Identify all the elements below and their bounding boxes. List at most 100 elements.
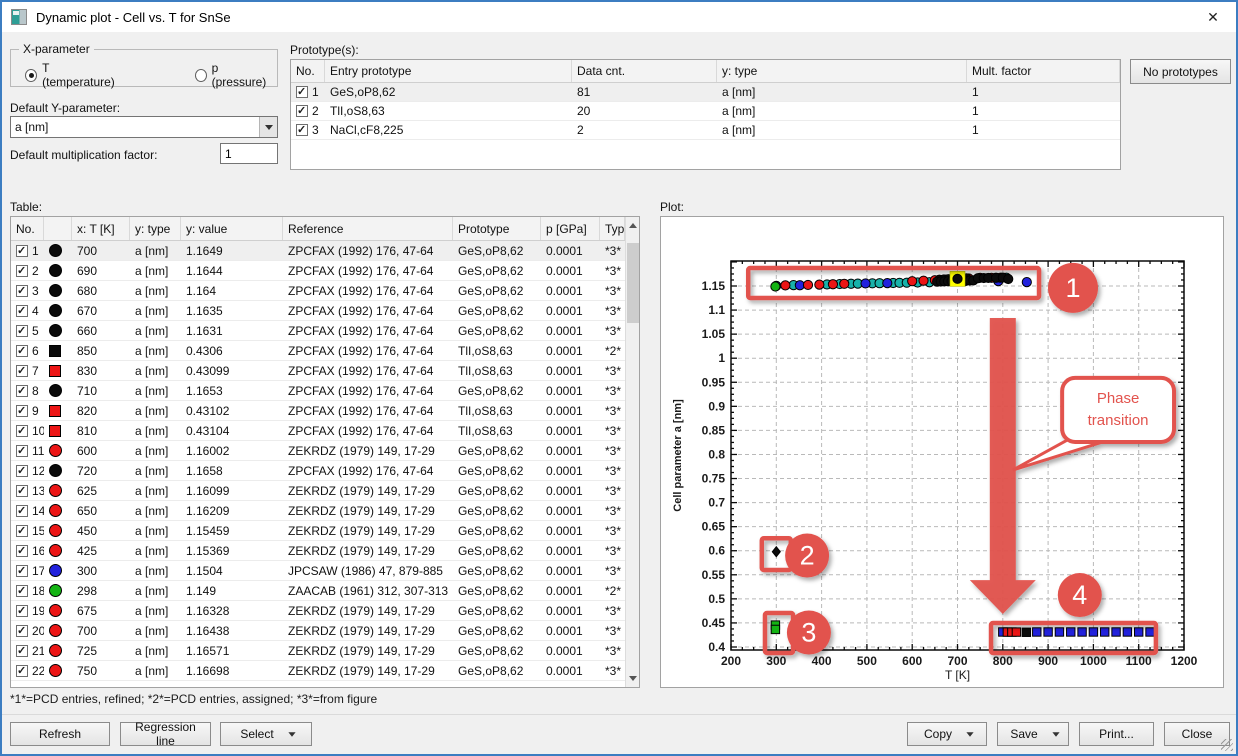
scrollbar-down-button[interactable] xyxy=(626,670,640,687)
table-row[interactable]: 17300a [nm]1.1504JPCSAW (1986) 47, 879-8… xyxy=(11,561,625,581)
reference: ZPCFAX (1992) 176, 47-64 xyxy=(283,301,453,320)
radio-temperature-control[interactable] xyxy=(25,69,37,82)
row-no: 18 xyxy=(11,581,44,600)
column-header[interactable]: Prototype xyxy=(453,217,541,240)
save-split-button[interactable]: Save xyxy=(997,722,1069,746)
row-checkbox[interactable] xyxy=(16,365,28,377)
row-checkbox[interactable] xyxy=(16,445,28,457)
column-header[interactable]: Entry prototype xyxy=(325,60,572,82)
row-checkbox[interactable] xyxy=(16,625,28,637)
row-checkbox[interactable] xyxy=(16,585,28,597)
table-row[interactable]: 19675a [nm]1.16328ZEKRDZ (1979) 149, 17-… xyxy=(11,601,625,621)
print-button[interactable]: Print... xyxy=(1079,722,1154,746)
refresh-button[interactable]: Refresh xyxy=(10,722,110,746)
column-header[interactable]: y: value xyxy=(181,217,283,240)
radio-pressure[interactable]: p (pressure) xyxy=(195,61,271,89)
table-row[interactable]: 5660a [nm]1.1631ZPCFAX (1992) 176, 47-64… xyxy=(11,321,625,341)
combo-dropdown-button[interactable] xyxy=(259,117,277,137)
row-checkbox[interactable] xyxy=(16,345,28,357)
table-row[interactable]: 1700a [nm]1.1649ZPCFAX (1992) 176, 47-64… xyxy=(11,241,625,261)
scrollbar-up-button[interactable] xyxy=(626,217,640,234)
y-type: a [nm] xyxy=(130,301,181,320)
radio-temperature[interactable]: T (temperature) xyxy=(25,61,119,89)
row-marker xyxy=(49,304,62,317)
table-row[interactable]: 6850a [nm]0.4306ZPCFAX (1992) 176, 47-64… xyxy=(11,341,625,361)
row-checkbox[interactable] xyxy=(16,285,28,297)
table-row[interactable]: 9820a [nm]0.43102ZPCFAX (1992) 176, 47-6… xyxy=(11,401,625,421)
prototype-row[interactable]: 2TlI,oS8,6320a [nm]1 xyxy=(291,102,1120,121)
column-header[interactable]: p [GPa] xyxy=(541,217,600,240)
row-checkbox[interactable] xyxy=(16,525,28,537)
row-checkbox[interactable] xyxy=(296,86,308,98)
table-row[interactable]: 14650a [nm]1.16209ZEKRDZ (1979) 149, 17-… xyxy=(11,501,625,521)
row-checkbox[interactable] xyxy=(16,485,28,497)
table-row[interactable]: 11600a [nm]1.16002ZEKRDZ (1979) 149, 17-… xyxy=(11,441,625,461)
reference: ZPCFAX (1992) 176, 47-64 xyxy=(283,341,453,360)
table-row[interactable]: 2690a [nm]1.1644ZPCFAX (1992) 176, 47-64… xyxy=(11,261,625,281)
row-checkbox[interactable] xyxy=(16,305,28,317)
column-header[interactable] xyxy=(44,217,72,240)
prototypes-table-header[interactable]: No.Entry prototypeData cnt.y: typeMult. … xyxy=(291,60,1120,83)
row-checkbox[interactable] xyxy=(16,325,28,337)
row-checkbox[interactable] xyxy=(16,405,28,417)
mult-factor-input[interactable] xyxy=(220,143,278,164)
table-row[interactable]: 10810a [nm]0.43104ZPCFAX (1992) 176, 47-… xyxy=(11,421,625,441)
close-icon[interactable]: ✕ xyxy=(1190,2,1236,32)
pressure: 0.0001 xyxy=(541,301,600,320)
table-row[interactable]: 16425a [nm]1.15369ZEKRDZ (1979) 149, 17-… xyxy=(11,541,625,561)
y-type: a [nm] xyxy=(130,401,181,420)
radio-pressure-control[interactable] xyxy=(195,69,207,82)
table-row[interactable]: 22750a [nm]1.16698ZEKRDZ (1979) 149, 17-… xyxy=(11,661,625,681)
scrollbar-thumb[interactable] xyxy=(627,243,639,323)
row-checkbox[interactable] xyxy=(16,605,28,617)
column-header[interactable]: y: type xyxy=(717,60,967,82)
row-checkbox[interactable] xyxy=(16,645,28,657)
table-row[interactable]: 7830a [nm]0.43099ZPCFAX (1992) 176, 47-6… xyxy=(11,361,625,381)
column-header[interactable]: Data cnt. xyxy=(572,60,717,82)
row-checkbox[interactable] xyxy=(16,665,28,677)
column-header[interactable]: Reference xyxy=(283,217,453,240)
reference: ZPCFAX (1992) 176, 47-64 xyxy=(283,241,453,260)
column-header[interactable]: Mult. factor xyxy=(967,60,1120,82)
regression-line-button[interactable]: Regression line xyxy=(120,722,211,746)
select-split-button[interactable]: Select xyxy=(220,722,312,746)
plot-grid xyxy=(731,261,1184,650)
table-row[interactable]: 8710a [nm]1.1653ZPCFAX (1992) 176, 47-64… xyxy=(11,381,625,401)
prototype-row[interactable]: 1GeS,oP8,6281a [nm]1 xyxy=(291,83,1120,102)
table-row[interactable]: 21725a [nm]1.16571ZEKRDZ (1979) 149, 17-… xyxy=(11,641,625,661)
column-header[interactable]: x: T [K] xyxy=(72,217,130,240)
column-header[interactable]: No. xyxy=(11,217,44,240)
column-header[interactable]: y: type xyxy=(130,217,181,240)
resize-grip[interactable] xyxy=(1221,739,1233,751)
vertical-scrollbar[interactable] xyxy=(625,217,639,687)
row-checkbox[interactable] xyxy=(16,425,28,437)
row-checkbox[interactable] xyxy=(16,245,28,257)
table-row[interactable]: 15450a [nm]1.15459ZEKRDZ (1979) 149, 17-… xyxy=(11,521,625,541)
no-prototypes-button[interactable]: No prototypes xyxy=(1130,59,1231,84)
row-checkbox[interactable] xyxy=(296,124,308,136)
copy-split-button[interactable]: Copy xyxy=(907,722,987,746)
row-checkbox[interactable] xyxy=(296,105,308,117)
column-header[interactable]: No. xyxy=(291,60,325,82)
row-checkbox[interactable] xyxy=(16,265,28,277)
row-checkbox[interactable] xyxy=(16,545,28,557)
chevron-down-icon xyxy=(966,732,973,737)
row-checkbox[interactable] xyxy=(16,385,28,397)
table-row[interactable]: 18298a [nm]1.149ZAACAB (1961) 312, 307-3… xyxy=(11,581,625,601)
row-checkbox[interactable] xyxy=(16,465,28,477)
row-checkbox[interactable] xyxy=(16,505,28,517)
table-row[interactable]: 20700a [nm]1.16438ZEKRDZ (1979) 149, 17-… xyxy=(11,621,625,641)
row-marker xyxy=(49,444,62,457)
row-marker-cell xyxy=(44,461,72,480)
prototype-row[interactable]: 3NaCl,cF8,2252a [nm]1 xyxy=(291,121,1120,140)
table-row[interactable]: 13625a [nm]1.16099ZEKRDZ (1979) 149, 17-… xyxy=(11,481,625,501)
column-header[interactable]: Type xyxy=(600,217,625,240)
data-table-header[interactable]: No. x: T [K]y: typey: valueReferenceProto… xyxy=(11,217,625,241)
row-checkbox[interactable] xyxy=(16,565,28,577)
table-row[interactable]: 3680a [nm]1.164ZPCFAX (1992) 176, 47-64G… xyxy=(11,281,625,301)
y-type: a [nm] xyxy=(130,601,181,620)
plot-canvas[interactable]: 2003004005006007008009001000110012000.40… xyxy=(661,217,1223,687)
table-row[interactable]: 4670a [nm]1.1635ZPCFAX (1992) 176, 47-64… xyxy=(11,301,625,321)
y-parameter-combobox[interactable]: a [nm] xyxy=(10,116,278,138)
table-row[interactable]: 12720a [nm]1.1658ZPCFAX (1992) 176, 47-6… xyxy=(11,461,625,481)
